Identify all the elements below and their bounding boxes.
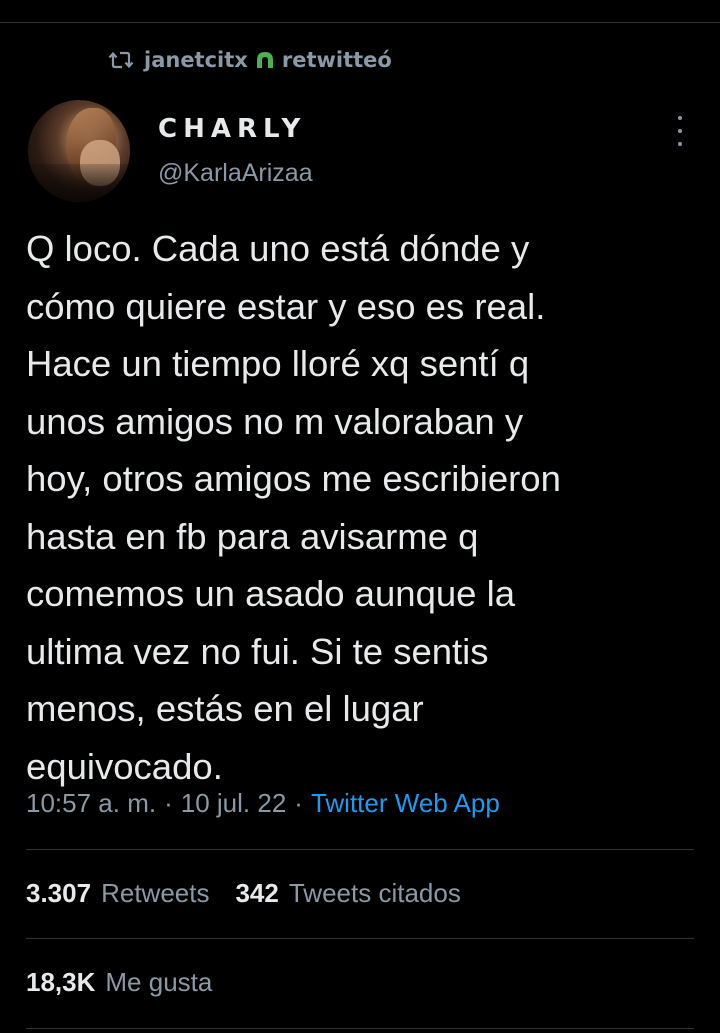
tweet-source-link[interactable]: Twitter Web App [311,788,500,819]
meta-separator: · [164,788,173,818]
quotes-count: 342 [235,878,279,908]
retweet-action-label: retwitteó [281,48,392,72]
likes-stat[interactable]: 18,3K Me gusta [26,967,212,998]
avatar[interactable] [28,100,130,202]
meta-separator: · [294,788,303,818]
tweet-metadata: 10:57 a. m. · 10 jul. 22 · Twitter Web A… [26,788,500,819]
more-vertical-icon[interactable] [670,116,690,146]
top-divider [0,22,720,23]
retweets-label: Retweets [101,878,210,908]
retweets-count: 3.307 [26,878,92,908]
retweets-stat[interactable]: 3.307 Retweets [26,878,209,909]
green-emoji-icon [254,49,276,71]
retweeter-name[interactable]: janetcitx [144,48,248,72]
divider [26,938,694,939]
divider [26,849,694,850]
tweet-date[interactable]: 10 jul. 22 [181,788,287,819]
quote-tweets-stat[interactable]: 342 Tweets citados [235,878,460,909]
author-handle[interactable]: @KarlaArizaa [158,159,313,188]
likes-count: 18,3K [26,967,96,997]
retweet-indicator: janetcitx retwitteó [108,48,392,72]
tweet-time[interactable]: 10:57 a. m. [26,788,156,819]
author-display-name[interactable]: CHARLY [158,114,306,144]
likes-label: Me gusta [105,967,213,997]
likes-stats-row: 18,3K Me gusta [26,967,212,998]
tweet-text: Q loco. Cada uno está dónde y cómo quier… [26,228,561,787]
quotes-label: Tweets citados [288,878,461,908]
retweet-stats-row: 3.307 Retweets 342 Tweets citados [26,878,461,909]
divider [26,1028,694,1029]
retweet-icon [108,50,134,70]
